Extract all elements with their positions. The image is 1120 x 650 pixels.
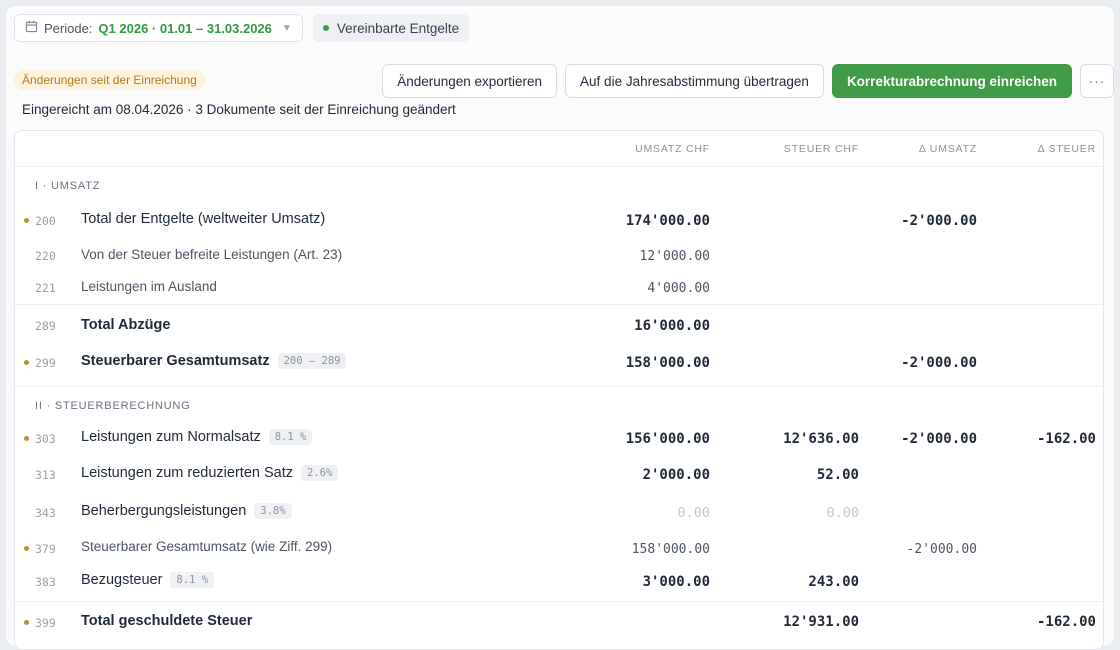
status-pill: Vereinbarte Entgelte [312, 14, 470, 42]
row-code: 200 [35, 214, 56, 228]
change-marker-icon [24, 620, 29, 625]
cell-umsatz: 16'000.00 [634, 318, 710, 334]
more-icon: ··· [1088, 73, 1106, 89]
cell-steuer: 243.00 [808, 574, 859, 590]
table-row[interactable]: 379 Steuerbarer Gesamtumsatz (wie Ziff. … [15, 532, 1103, 565]
row-label: Von der Steuer befreite Leistungen (Art.… [81, 247, 343, 262]
rate-chip: 2.6% [301, 465, 339, 481]
cell-umsatz: 158'000.00 [631, 542, 710, 557]
cell-steuer: 0.00 [826, 505, 859, 521]
row-label: Total geschuldete Steuer [81, 613, 253, 629]
rate-chip: 3.8% [254, 503, 292, 519]
table-row[interactable]: 383 Bezugsteuer 8.1 % 3'000.00 243.00 [15, 565, 1103, 601]
period-label: Periode: [44, 20, 93, 36]
row-label: Beherbergungsleistungen 3.8% [81, 503, 292, 519]
row-code: 220 [35, 249, 56, 263]
col-umsatz: UMSATZ CHF [635, 143, 710, 155]
cell-umsatz: 156'000.00 [625, 431, 710, 447]
row-code: 343 [35, 506, 56, 520]
period-value: Q1 2026 · 01.01 – 31.03.2026 [98, 20, 272, 36]
vat-table: UMSATZ CHF STEUER CHF Δ UMSATZ Δ STEUER … [14, 130, 1104, 650]
rate-chip: 8.1 % [268, 429, 313, 445]
cell-umsatz: 174'000.00 [625, 213, 710, 229]
table-row[interactable]: 299 Steuerbarer Gesamtumsatz 200 – 289 15… [15, 345, 1103, 386]
row-code: 303 [35, 432, 56, 446]
change-marker-icon [24, 546, 29, 551]
changes-badge: Änderungen seit der Einreichung [14, 70, 205, 90]
col-delta-steuer: Δ STEUER [1037, 143, 1096, 155]
table-row[interactable]: 220 Von der Steuer befreite Leistungen (… [15, 239, 1103, 271]
cell-umsatz: 3'000.00 [642, 574, 710, 590]
table-row[interactable]: 399 Total geschuldete Steuer 12'931.00 -… [15, 601, 1103, 641]
row-label: Bezugsteuer 8.1 % [81, 572, 215, 588]
row-label: Steuerbarer Gesamtumsatz (wie Ziff. 299) [81, 539, 333, 554]
action-bar: Änderungen exportieren Auf die Jahresabs… [382, 64, 1114, 98]
cell-delta-steuer: -162.00 [1036, 614, 1096, 630]
period-selector[interactable]: Periode: Q1 2026 · 01.01 – 31.03.2026 ▼ [14, 14, 303, 42]
submitted-info: Eingereicht am 08.04.2026 · 3 Dokumente … [22, 102, 456, 117]
row-code: 399 [35, 616, 56, 630]
table-row[interactable]: 303 Leistungen zum Normalsatz 8.1 % 156'0… [15, 422, 1103, 458]
row-code: 299 [35, 356, 56, 370]
row-code: 221 [35, 281, 56, 295]
cell-umsatz: 12'000.00 [639, 249, 710, 264]
submit-correction-button[interactable]: Korrekturabrechnung einreichen [831, 64, 1072, 98]
range-chip: 200 – 289 [277, 353, 347, 369]
table-row[interactable]: 221 Leistungen im Ausland 4'000.00 [15, 271, 1103, 304]
row-code: 313 [35, 468, 56, 482]
row-label: Total der Entgelte (weltweiter Umsatz) [81, 211, 326, 227]
cell-delta-umsatz: -2'000.00 [901, 213, 977, 229]
row-label: Leistungen zum Normalsatz 8.1 % [81, 429, 313, 445]
row-label: Leistungen im Ausland [81, 279, 217, 294]
chevron-down-icon: ▼ [281, 22, 292, 34]
row-label: Leistungen zum reduzierten Satz 2.6% [81, 465, 339, 481]
row-label: Steuerbarer Gesamtumsatz 200 – 289 [81, 353, 347, 369]
col-steuer: STEUER CHF [783, 143, 859, 155]
cell-umsatz: 2'000.00 [642, 467, 710, 483]
change-marker-icon [24, 360, 29, 365]
table-row[interactable]: 343 Beherbergungsleistungen 3.8% 0.00 0.0… [15, 496, 1103, 532]
cell-steuer: 12'931.00 [783, 614, 859, 630]
table-row[interactable]: 289 Total Abzüge 16'000.00 [15, 304, 1103, 345]
cell-umsatz: 4'000.00 [647, 281, 710, 296]
calendar-icon [25, 20, 38, 36]
rate-chip: 8.1 % [170, 572, 215, 588]
cell-umsatz: 0.00 [677, 505, 710, 521]
change-marker-icon [24, 436, 29, 441]
cell-delta-umsatz: -2'000.00 [906, 542, 977, 557]
row-code: 289 [35, 319, 56, 333]
section-header: II · STEUERBERECHNUNG [15, 386, 1103, 422]
cell-delta-steuer: -162.00 [1036, 431, 1096, 447]
row-code: 383 [35, 575, 56, 589]
more-options-button[interactable]: ··· [1080, 64, 1114, 98]
section-header: I · UMSATZ [35, 180, 101, 192]
cell-delta-umsatz: -2'000.00 [901, 431, 977, 447]
cell-umsatz: 158'000.00 [625, 355, 710, 371]
status-text: Vereinbarte Entgelte [336, 20, 460, 36]
change-marker-icon [24, 218, 29, 223]
cell-steuer: 52.00 [816, 467, 859, 483]
row-code: 379 [35, 542, 56, 556]
table-row[interactable]: 313 Leistungen zum reduzierten Satz 2.6% … [15, 458, 1103, 496]
row-label: Total Abzüge [81, 317, 171, 333]
table-header: UMSATZ CHF STEUER CHF Δ UMSATZ Δ STEUER [15, 131, 1103, 167]
transfer-annual-button[interactable]: Auf die Jahresabstimmung übertragen [565, 64, 824, 98]
table-row[interactable]: 200 Total der Entgelte (weltweiter Umsat… [15, 203, 1103, 239]
cell-delta-umsatz: -2'000.00 [901, 355, 977, 371]
cell-steuer: 12'636.00 [783, 431, 859, 447]
topbar: Periode: Q1 2026 · 01.01 – 31.03.2026 ▼ … [14, 14, 470, 42]
app-frame: Periode: Q1 2026 · 01.01 – 31.03.2026 ▼ … [6, 6, 1114, 650]
col-delta-umsatz: Δ UMSATZ [918, 143, 977, 155]
status-dot-icon [322, 25, 329, 31]
export-changes-button[interactable]: Änderungen exportieren [382, 64, 558, 98]
